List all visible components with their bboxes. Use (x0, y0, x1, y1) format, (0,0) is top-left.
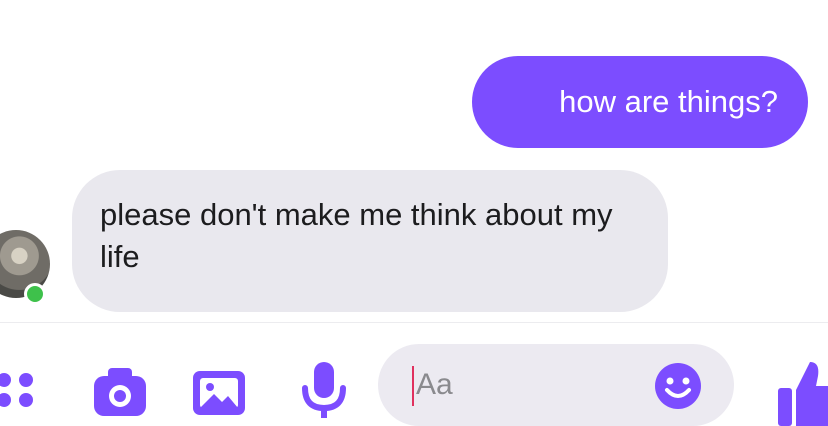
emoji-icon[interactable] (654, 362, 702, 410)
incoming-message[interactable]: please don't make me think about my life (72, 170, 668, 312)
text-cursor (412, 366, 414, 406)
image-icon[interactable] (190, 366, 248, 420)
composer-divider (0, 322, 828, 323)
thumbs-up-icon[interactable] (776, 358, 828, 426)
camera-icon[interactable] (92, 366, 148, 418)
microphone-icon[interactable] (298, 360, 350, 422)
outgoing-message[interactable]: how are things? (472, 56, 808, 148)
incoming-message-text: please don't make me think about my life (100, 197, 613, 274)
message-input[interactable]: Aa (378, 344, 734, 426)
more-icon[interactable] (0, 370, 40, 410)
outgoing-message-text: how are things? (559, 84, 778, 119)
online-status-dot (24, 283, 46, 305)
message-input-placeholder: Aa (416, 368, 453, 401)
